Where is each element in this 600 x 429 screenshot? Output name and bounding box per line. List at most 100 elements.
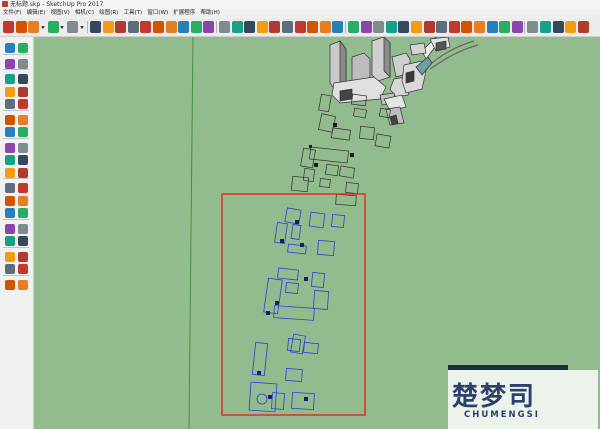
component-icon[interactable] [540, 21, 551, 33]
monochrome-icon[interactable] [499, 21, 511, 33]
group-icon[interactable] [552, 21, 564, 33]
warehouse-icon[interactable] [307, 21, 319, 33]
tape-measure-icon[interactable] [165, 21, 177, 33]
left-toolbar-separator [3, 109, 29, 111]
rotated-rectangle-icon[interactable] [18, 86, 28, 97]
menu-extensions[interactable]: 扩展程序 [171, 9, 198, 18]
dropdown-arrow-icon[interactable] [60, 26, 65, 29]
paint-bucket-icon[interactable] [5, 58, 15, 69]
front-view-icon[interactable] [373, 21, 385, 33]
hidden-line-icon[interactable] [461, 21, 473, 33]
eraser-icon[interactable] [15, 21, 27, 33]
menu-edit[interactable]: 编辑(E) [24, 9, 48, 18]
previous-icon[interactable] [18, 251, 28, 262]
rotate-icon[interactable] [115, 21, 127, 33]
share-model-icon[interactable] [332, 21, 344, 33]
scale-icon[interactable] [127, 21, 139, 33]
position-camera-icon[interactable] [5, 264, 15, 274]
zoom-extents-icon[interactable] [5, 251, 15, 262]
right-view-icon[interactable] [385, 21, 397, 33]
orbit-icon[interactable] [244, 21, 256, 33]
menu-file[interactable]: 文件(F) [0, 9, 24, 18]
scale-icon[interactable] [5, 167, 15, 178]
watermark-card: 楚梦司 CHUMENGSI [448, 370, 598, 429]
push-pull-icon[interactable] [18, 142, 28, 153]
floor-plan-outline-group-1[interactable] [290, 93, 392, 207]
3d-text-icon[interactable] [231, 21, 243, 33]
section-plane-icon[interactable] [511, 21, 523, 33]
toolbar-separator [524, 21, 526, 33]
menu-view[interactable]: 视图(V) [48, 9, 72, 18]
zoom-icon[interactable] [269, 21, 281, 33]
pan-icon[interactable] [256, 21, 268, 33]
rotate-icon[interactable] [5, 155, 15, 165]
move-icon[interactable] [5, 142, 15, 153]
two-point-arc-icon[interactable] [18, 114, 28, 125]
section-plane-icon[interactable] [18, 279, 28, 290]
dropdown-arrow-icon[interactable] [40, 26, 45, 29]
follow-me-icon[interactable] [153, 21, 164, 33]
make-component-icon[interactable] [18, 43, 28, 53]
model-viewport[interactable]: 楚梦司 CHUMENGSI [34, 37, 600, 429]
dimension-icon[interactable] [178, 21, 190, 33]
arc-icon[interactable] [47, 21, 59, 33]
menu-help[interactable]: 帮助(H) [198, 9, 223, 18]
back-edges-icon[interactable] [436, 21, 448, 33]
pie-icon[interactable] [18, 127, 28, 137]
zoom-extents-icon[interactable] [282, 21, 293, 33]
follow-me-icon[interactable] [18, 155, 28, 165]
offset-icon[interactable] [18, 167, 28, 178]
select-arrow-icon[interactable] [527, 21, 539, 33]
zoom-icon[interactable] [5, 236, 15, 246]
pan-icon[interactable] [18, 223, 28, 234]
menu-tools[interactable]: 工具(T) [121, 9, 145, 18]
dropdown-arrow-icon[interactable] [80, 26, 84, 29]
look-around-icon[interactable] [18, 264, 28, 274]
selected-floor-plan-group[interactable] [248, 207, 346, 413]
textured-icon[interactable] [486, 21, 498, 33]
top-view-icon[interactable] [360, 21, 372, 33]
protractor-icon[interactable] [5, 195, 15, 206]
extension-warehouse-icon[interactable] [319, 21, 331, 33]
previous-view-icon[interactable] [294, 21, 306, 33]
line-icon[interactable] [5, 74, 15, 84]
3d-text-icon[interactable] [18, 208, 28, 218]
xray-icon[interactable] [423, 21, 435, 33]
text-icon[interactable] [203, 21, 215, 33]
tape-measure-icon[interactable] [5, 183, 15, 193]
zoom-window-icon[interactable] [18, 236, 28, 246]
select-arrow-icon[interactable] [3, 21, 14, 33]
walk-icon[interactable] [5, 279, 15, 290]
dimension-icon[interactable] [18, 183, 28, 193]
iso-view-icon[interactable] [348, 21, 359, 33]
select-arrow-icon[interactable] [5, 43, 15, 53]
wireframe-icon[interactable] [448, 21, 460, 33]
pencil-icon[interactable] [28, 21, 40, 33]
move-icon[interactable] [102, 21, 114, 33]
text-icon[interactable] [18, 195, 28, 206]
freehand-icon[interactable] [18, 74, 28, 84]
axes-icon[interactable] [219, 21, 230, 33]
menu-window[interactable]: 窗口(W) [145, 9, 171, 18]
left-view-icon[interactable] [411, 21, 422, 33]
layer-icon[interactable] [565, 21, 577, 33]
eraser-icon[interactable] [18, 58, 28, 69]
polygon-icon[interactable] [18, 99, 28, 109]
axes-icon[interactable] [5, 208, 15, 218]
orbit-icon[interactable] [5, 223, 15, 234]
push-pull-icon[interactable] [90, 21, 101, 33]
circle-icon[interactable] [5, 99, 15, 109]
shaded-icon[interactable] [474, 21, 485, 33]
toolbar-separator [87, 21, 88, 33]
arc-icon[interactable] [5, 114, 15, 125]
settings-icon[interactable] [577, 21, 589, 33]
paint-bucket-icon[interactable] [67, 21, 79, 33]
three-point-arc-icon[interactable] [5, 127, 15, 137]
offset-icon[interactable] [140, 21, 152, 33]
back-view-icon[interactable] [398, 21, 410, 33]
menu-camera[interactable]: 相机(C) [72, 9, 96, 18]
rectangle-icon[interactable] [5, 86, 15, 97]
menu-draw[interactable]: 绘图(R) [97, 9, 121, 18]
protractor-icon[interactable] [190, 21, 202, 33]
menu-bar: 文件(F) 编辑(E) 视图(V) 相机(C) 绘图(R) 工具(T) 窗口(W) 扩展程序帮… [0, 9, 600, 18]
